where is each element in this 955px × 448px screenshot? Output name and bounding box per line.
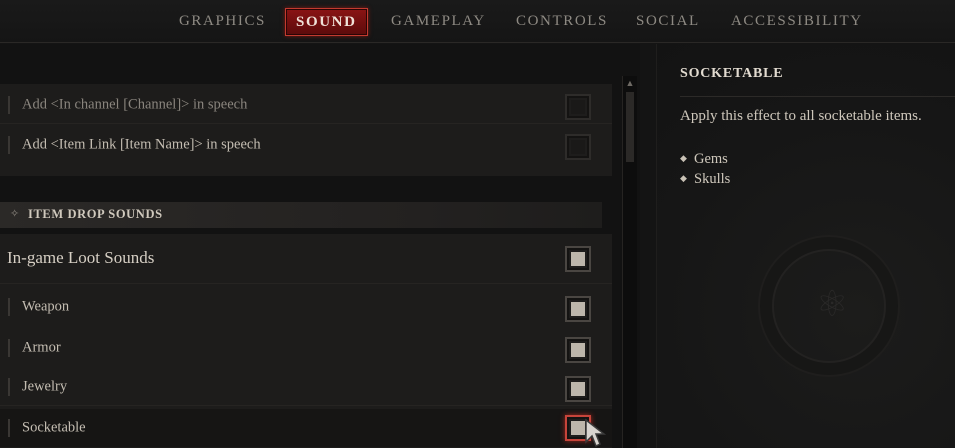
row-indent-bar	[8, 298, 10, 316]
speech-options-card: Add <In channel [Channel]> in speech Add…	[0, 84, 612, 176]
loot-sounds-checkbox[interactable]	[565, 246, 591, 272]
section-title: ITEM DROP SOUNDS	[28, 207, 163, 221]
diamond-icon: ✧	[10, 208, 20, 220]
option-label: Add <In channel [Channel]> in speech	[22, 96, 248, 113]
info-description: Apply this effect to all socketable item…	[680, 108, 922, 124]
item-link-checkbox[interactable]	[565, 134, 591, 160]
tab-graphics[interactable]: GRAPHICS	[179, 8, 266, 34]
list-item: ◆ Skulls	[680, 168, 730, 188]
tab-sound[interactable]: SOUND	[285, 8, 368, 36]
section-header-item-drop-sounds: ✧ ITEM DROP SOUNDS	[0, 202, 602, 228]
info-divider	[680, 96, 955, 97]
group-title: In-game Loot Sounds	[7, 248, 155, 267]
info-panel: SOCKETABLE Apply this effect to all sock…	[656, 44, 955, 448]
row-indent-bar	[8, 339, 10, 357]
option-row-jewelry[interactable]: Jewelry	[0, 368, 612, 406]
tab-controls[interactable]: CONTROLS	[516, 8, 608, 34]
option-row-armor[interactable]: Armor	[0, 329, 612, 367]
option-row-item-link[interactable]: Add <Item Link [Item Name]> in speech	[0, 126, 612, 164]
tab-social[interactable]: SOCIAL	[636, 8, 700, 34]
diamond-icon: ◆	[680, 173, 687, 183]
option-label: Socketable	[22, 419, 86, 436]
info-title: SOCKETABLE	[680, 66, 784, 81]
diamond-icon: ◆	[680, 153, 687, 163]
option-row-weapon[interactable]: Weapon	[0, 288, 612, 326]
row-indent-bar	[8, 136, 10, 154]
pointer-cursor-icon	[585, 418, 606, 448]
tab-gameplay[interactable]: GAMEPLAY	[391, 8, 486, 34]
option-label: Jewelry	[22, 378, 68, 395]
group-row-loot-sounds[interactable]: In-game Loot Sounds	[0, 234, 612, 284]
scrollbar-thumb[interactable]	[626, 92, 634, 162]
settings-list-panel: Add <In channel [Channel]> in speech Add…	[0, 44, 640, 448]
jewelry-checkbox[interactable]	[565, 376, 591, 402]
option-label: Add <Item Link [Item Name]> in speech	[22, 136, 261, 153]
horned-emblem-icon: ⚛	[772, 249, 886, 363]
weapon-checkbox[interactable]	[565, 296, 591, 322]
option-row-socketable[interactable]: Socketable	[0, 409, 612, 447]
item-drop-sounds-card: In-game Loot Sounds Weapon Armor Jewelry…	[0, 234, 612, 448]
tab-accessibility[interactable]: ACCESSIBILITY	[731, 8, 863, 34]
triangle-up-icon[interactable]: ▲	[625, 78, 635, 88]
row-indent-bar	[8, 419, 10, 437]
settings-scrollbar[interactable]: ▲	[622, 76, 637, 448]
option-label: Armor	[22, 339, 61, 356]
in-channel-checkbox[interactable]	[565, 94, 591, 120]
row-indent-bar	[8, 96, 10, 114]
row-indent-bar	[8, 378, 10, 396]
option-label: Weapon	[22, 298, 70, 315]
armor-checkbox[interactable]	[565, 337, 591, 363]
option-row-in-channel[interactable]: Add <In channel [Channel]> in speech	[0, 86, 612, 124]
list-item: ◆ Gems	[680, 148, 730, 168]
info-list: ◆ Gems ◆ Skulls	[680, 148, 730, 188]
settings-tab-bar: GRAPHICS SOUND GAMEPLAY CONTROLS SOCIAL …	[0, 0, 955, 43]
